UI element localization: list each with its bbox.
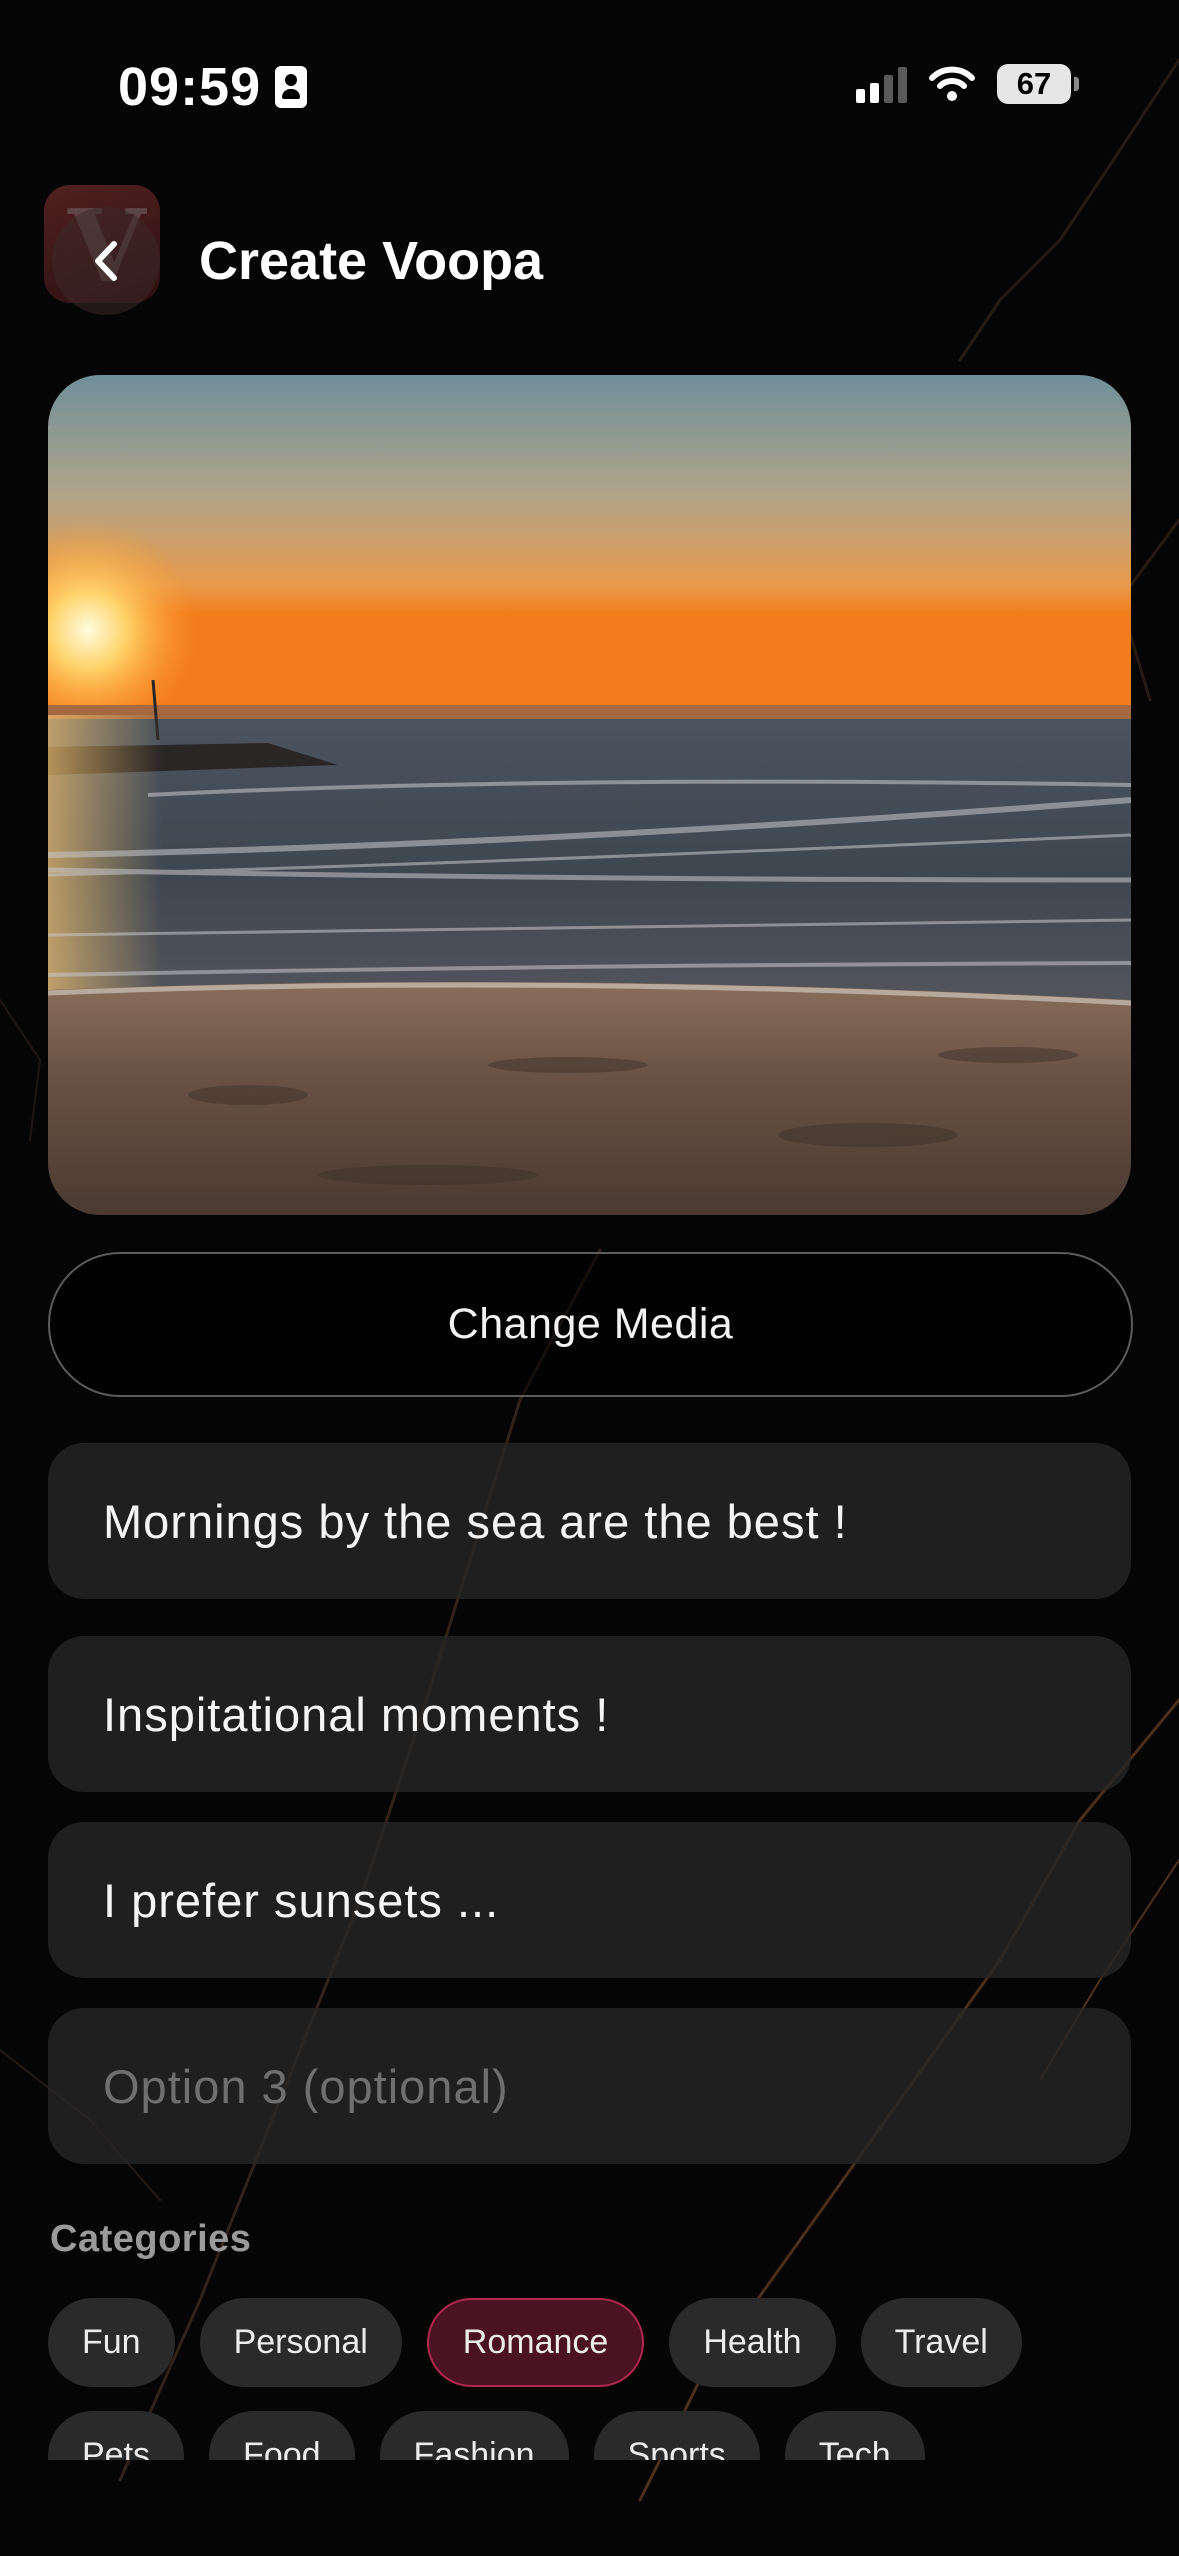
status-time-text: 09:59 bbox=[118, 57, 262, 117]
category-chip-romance[interactable]: Romance bbox=[426, 2298, 645, 2387]
category-chip-personal[interactable]: Personal bbox=[199, 2298, 402, 2387]
status-indicators: 67 bbox=[856, 64, 1079, 104]
category-chip-tech[interactable]: Tech bbox=[784, 2411, 925, 2460]
category-chip-fashion[interactable]: Fashion bbox=[379, 2411, 569, 2460]
change-media-button[interactable]: Change Media bbox=[48, 1252, 1133, 1397]
back-button[interactable] bbox=[52, 207, 160, 315]
chevron-left-icon bbox=[95, 241, 117, 281]
option-input-2[interactable] bbox=[48, 1636, 1131, 1792]
category-chip-travel[interactable]: Travel bbox=[860, 2298, 1022, 2387]
media-preview bbox=[48, 375, 1131, 1215]
category-chip-food[interactable]: Food bbox=[209, 2411, 355, 2460]
wifi-icon bbox=[929, 66, 975, 101]
category-chip-fun[interactable]: Fun bbox=[48, 2298, 175, 2387]
page-title: Create Voopa bbox=[199, 231, 544, 291]
battery-icon: 67 bbox=[997, 64, 1079, 104]
category-chip-sports[interactable]: Sports bbox=[593, 2411, 760, 2460]
cellular-signal-icon bbox=[856, 65, 907, 103]
battery-level: 67 bbox=[997, 64, 1071, 104]
status-time: 09:59 bbox=[118, 56, 308, 118]
option-input-1[interactable] bbox=[48, 1443, 1131, 1599]
category-chip-list: Fun Personal Romance Health Travel Pets … bbox=[48, 2298, 1138, 2460]
categories-label: Categories bbox=[50, 2218, 252, 2260]
contact-card-icon bbox=[275, 66, 308, 108]
category-chip-pets[interactable]: Pets bbox=[48, 2411, 185, 2460]
option-input-3[interactable] bbox=[48, 1822, 1131, 1978]
category-chip-health[interactable]: Health bbox=[669, 2298, 836, 2387]
option-input-optional[interactable] bbox=[48, 2008, 1131, 2164]
